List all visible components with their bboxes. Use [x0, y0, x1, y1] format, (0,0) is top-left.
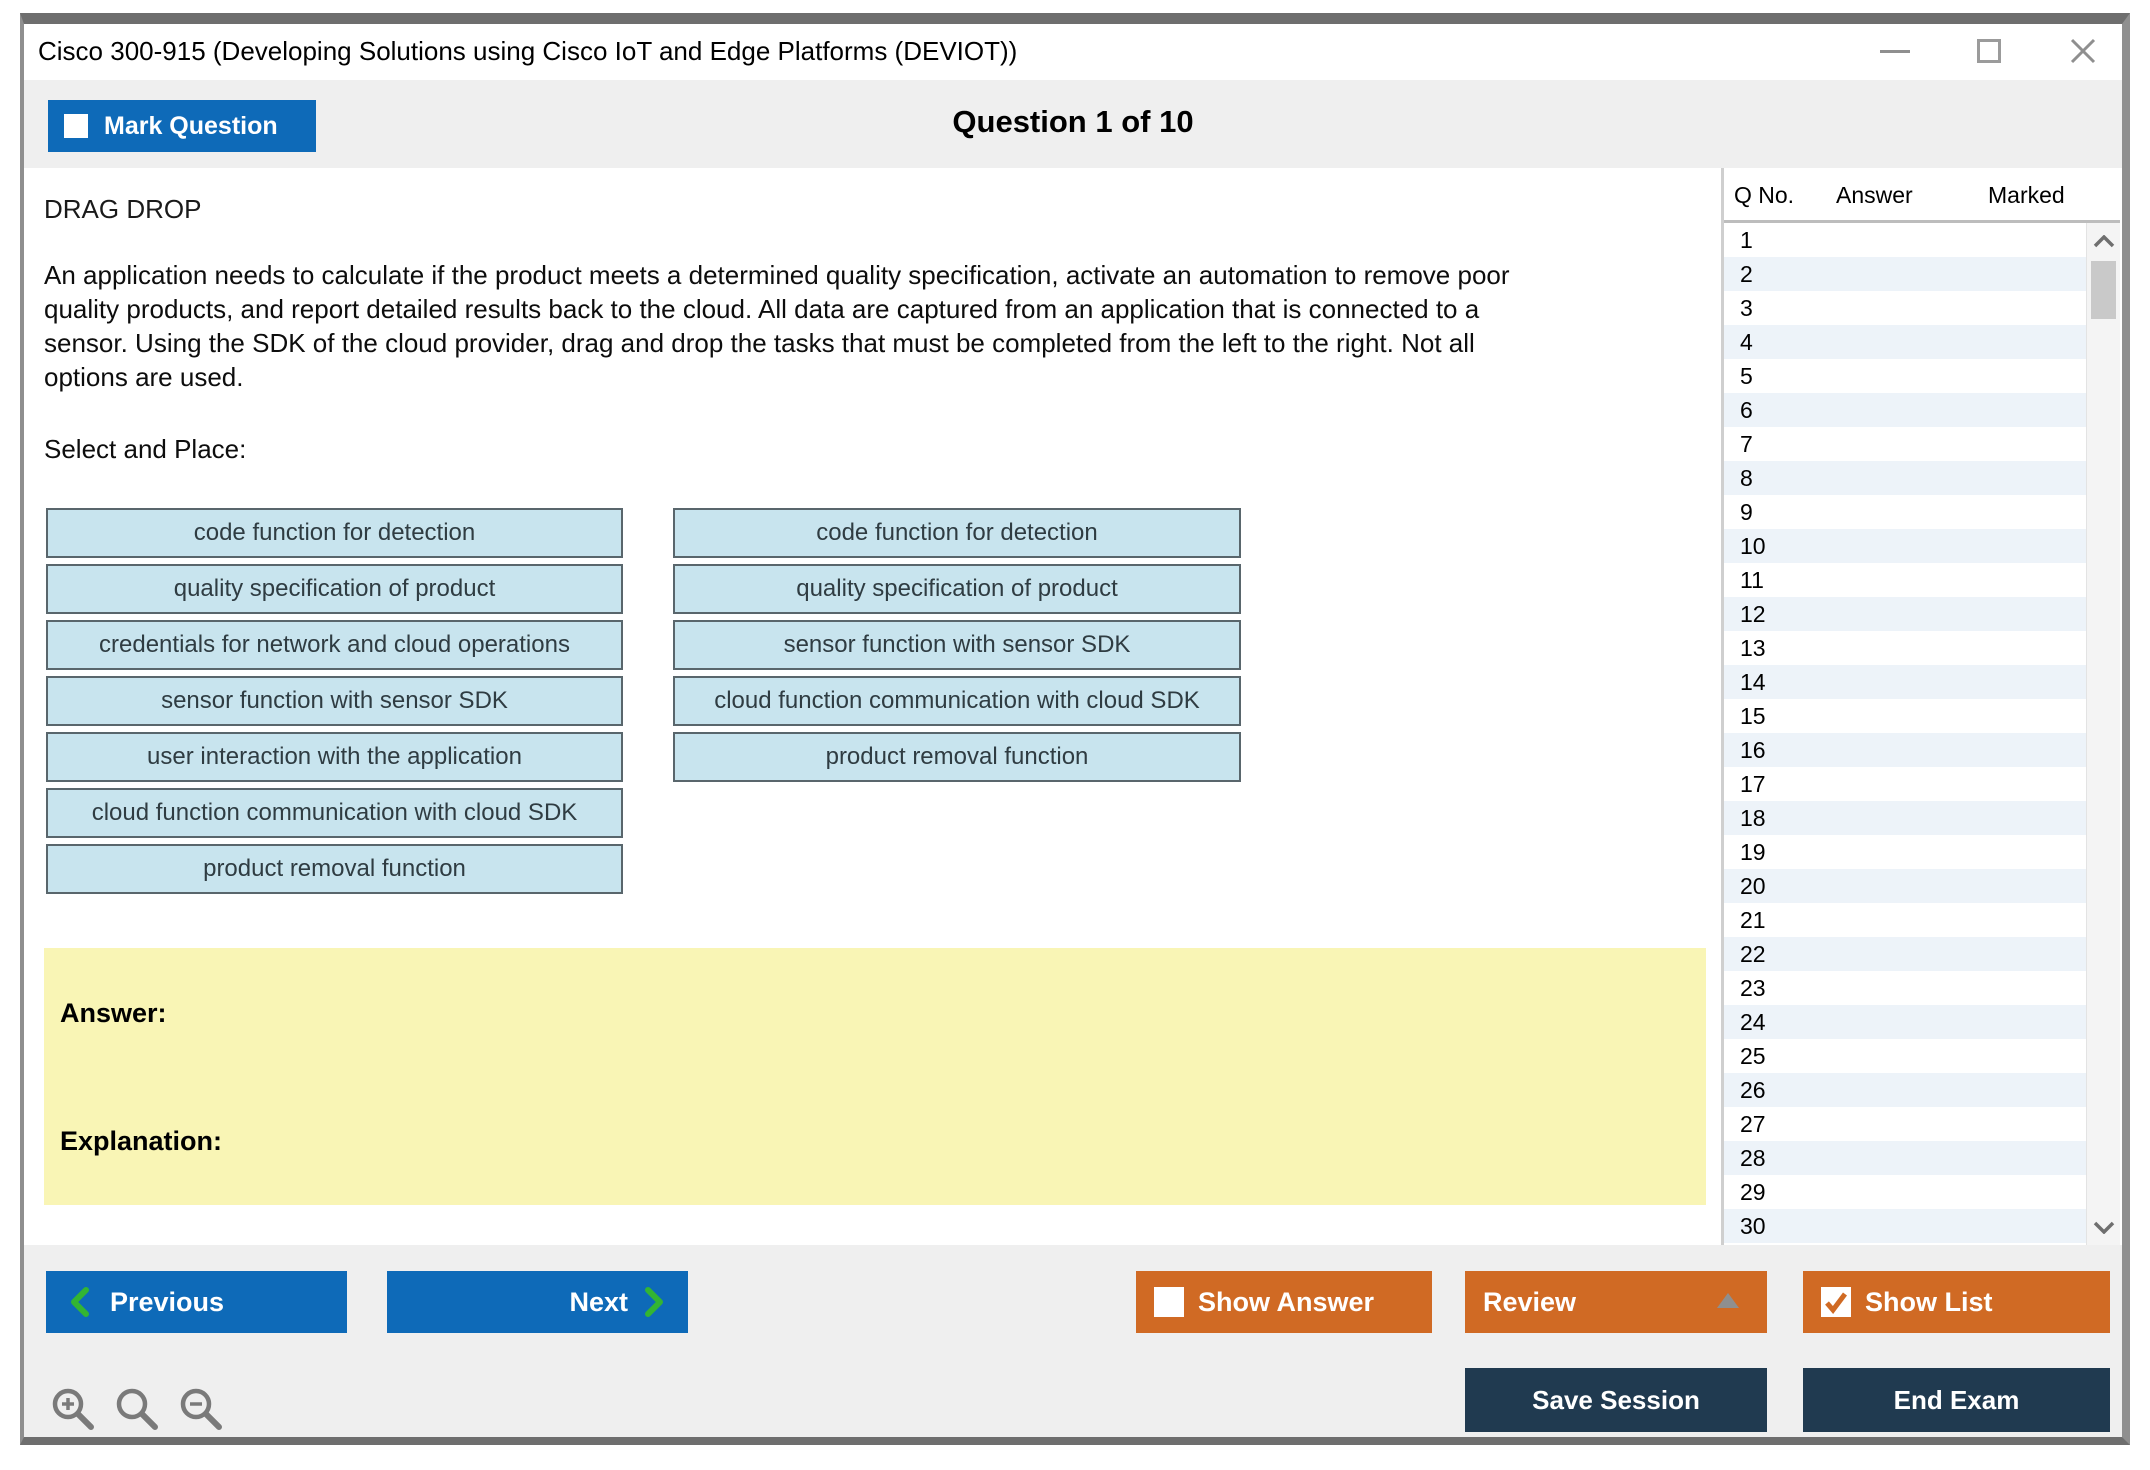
- question-list-row[interactable]: 12: [1724, 597, 2086, 631]
- answer-panel: Answer: Explanation:: [44, 948, 1706, 1205]
- question-list-row[interactable]: 21: [1724, 903, 2086, 937]
- question-list-row[interactable]: 11: [1724, 563, 2086, 597]
- select-and-place-label: Select and Place:: [44, 434, 246, 465]
- close-icon: [2067, 35, 2099, 67]
- question-list-row[interactable]: 19: [1724, 835, 2086, 869]
- question-list-row[interactable]: 18: [1724, 801, 2086, 835]
- question-list-row[interactable]: 2: [1724, 257, 2086, 291]
- question-list-row[interactable]: 25: [1724, 1039, 2086, 1073]
- zoom-out-icon[interactable]: [176, 1384, 226, 1434]
- zoom-in-icon[interactable]: [48, 1384, 98, 1434]
- question-list-row[interactable]: 16: [1724, 733, 2086, 767]
- drop-option[interactable]: product removal function: [673, 732, 1241, 782]
- question-list-row[interactable]: 4: [1724, 325, 2086, 359]
- question-list-row[interactable]: 13: [1724, 631, 2086, 665]
- column-header-answer: Answer: [1836, 182, 1913, 209]
- question-counter: Question 1 of 10: [24, 104, 2122, 140]
- chevron-up-icon: [2093, 235, 2115, 248]
- question-list-header: Q No. Answer Marked: [1724, 168, 2120, 220]
- question-list-row[interactable]: 24: [1724, 1005, 2086, 1039]
- window-controls: [1874, 30, 2104, 72]
- show-list-checkbox[interactable]: [1821, 1287, 1851, 1317]
- review-label: Review: [1483, 1287, 1576, 1318]
- review-button[interactable]: Review: [1465, 1271, 1767, 1333]
- end-exam-button[interactable]: End Exam: [1803, 1368, 2110, 1432]
- question-list-row[interactable]: 14: [1724, 665, 2086, 699]
- next-label: Next: [569, 1287, 628, 1318]
- question-list-row[interactable]: 8: [1724, 461, 2086, 495]
- show-list-label: Show List: [1865, 1287, 1993, 1318]
- question-list-row[interactable]: 30: [1724, 1209, 2086, 1243]
- question-list-row[interactable]: 5: [1724, 359, 2086, 393]
- question-list-row[interactable]: 27: [1724, 1107, 2086, 1141]
- question-type-label: DRAG DROP: [44, 194, 201, 225]
- question-list-panel: Q No. Answer Marked 12345678910111213141…: [1724, 168, 2120, 1245]
- chevron-down-icon: [2093, 1221, 2115, 1234]
- end-exam-label: End Exam: [1894, 1385, 2020, 1416]
- question-list-rows: 1234567891011121314151617181920212223242…: [1724, 223, 2086, 1245]
- drag-option[interactable]: cloud function communication with cloud …: [46, 788, 623, 838]
- window-title: Cisco 300-915 (Developing Solutions usin…: [38, 36, 1017, 67]
- drop-option[interactable]: quality specification of product: [673, 564, 1241, 614]
- drop-option[interactable]: cloud function communication with cloud …: [673, 676, 1241, 726]
- question-list-row[interactable]: 7: [1724, 427, 2086, 461]
- drag-option[interactable]: code function for detection: [46, 508, 623, 558]
- drag-option[interactable]: sensor function with sensor SDK: [46, 676, 623, 726]
- question-list-row[interactable]: 1: [1724, 223, 2086, 257]
- save-session-label: Save Session: [1532, 1385, 1700, 1416]
- show-list-button[interactable]: Show List: [1803, 1271, 2110, 1333]
- chevron-right-icon: [644, 1286, 666, 1318]
- question-list-row[interactable]: 10: [1724, 529, 2086, 563]
- show-answer-button[interactable]: Show Answer: [1136, 1271, 1432, 1333]
- magnifier-icon[interactable]: [112, 1384, 162, 1434]
- minimize-icon: [1880, 50, 1910, 53]
- question-list-row[interactable]: 23: [1724, 971, 2086, 1005]
- close-button[interactable]: [2062, 30, 2104, 72]
- drag-option[interactable]: user interaction with the application: [46, 732, 623, 782]
- question-list-row[interactable]: 28: [1724, 1141, 2086, 1175]
- scrollbar-track[interactable]: [2086, 223, 2120, 1245]
- question-list-row[interactable]: 9: [1724, 495, 2086, 529]
- drop-target-list: code function for detection quality speci…: [673, 508, 1241, 788]
- question-list-row[interactable]: 15: [1724, 699, 2086, 733]
- drag-option[interactable]: product removal function: [46, 844, 623, 894]
- drop-option[interactable]: code function for detection: [673, 508, 1241, 558]
- question-list-row[interactable]: 17: [1724, 767, 2086, 801]
- check-icon: [1823, 1289, 1849, 1315]
- explanation-label: Explanation:: [60, 1126, 222, 1157]
- answer-label: Answer:: [60, 998, 167, 1029]
- column-header-qno: Q No.: [1734, 182, 1794, 209]
- question-list-row[interactable]: 3: [1724, 291, 2086, 325]
- drop-option[interactable]: sensor function with sensor SDK: [673, 620, 1241, 670]
- app-window: Cisco 300-915 (Developing Solutions usin…: [20, 13, 2130, 1445]
- question-list-row[interactable]: 20: [1724, 869, 2086, 903]
- previous-label: Previous: [110, 1287, 224, 1318]
- drag-source-list: code function for detection quality speci…: [46, 508, 623, 900]
- maximize-icon: [1977, 39, 2001, 63]
- question-list-row[interactable]: 22: [1724, 937, 2086, 971]
- next-button[interactable]: Next: [387, 1271, 688, 1333]
- maximize-button[interactable]: [1968, 30, 2010, 72]
- zoom-toolbar: [48, 1384, 226, 1434]
- chevron-left-icon: [68, 1286, 90, 1318]
- drag-option[interactable]: quality specification of product: [46, 564, 623, 614]
- question-list-row[interactable]: 29: [1724, 1175, 2086, 1209]
- minimize-button[interactable]: [1874, 30, 1916, 72]
- scroll-up-button[interactable]: [2087, 225, 2120, 257]
- scrollbar-thumb[interactable]: [2091, 261, 2116, 319]
- question-list-row[interactable]: 26: [1724, 1073, 2086, 1107]
- drag-option[interactable]: credentials for network and cloud operat…: [46, 620, 623, 670]
- show-answer-checkbox[interactable]: [1154, 1287, 1184, 1317]
- question-text: An application needs to calculate if the…: [44, 258, 1734, 394]
- previous-button[interactable]: Previous: [46, 1271, 347, 1333]
- column-header-marked: Marked: [1988, 182, 2065, 209]
- scroll-down-button[interactable]: [2087, 1211, 2120, 1243]
- question-list-row[interactable]: 6: [1724, 393, 2086, 427]
- show-answer-label: Show Answer: [1198, 1287, 1374, 1318]
- save-session-button[interactable]: Save Session: [1465, 1368, 1767, 1432]
- triangle-up-icon: [1717, 1293, 1739, 1308]
- title-bar: Cisco 300-915 (Developing Solutions usin…: [24, 24, 2122, 80]
